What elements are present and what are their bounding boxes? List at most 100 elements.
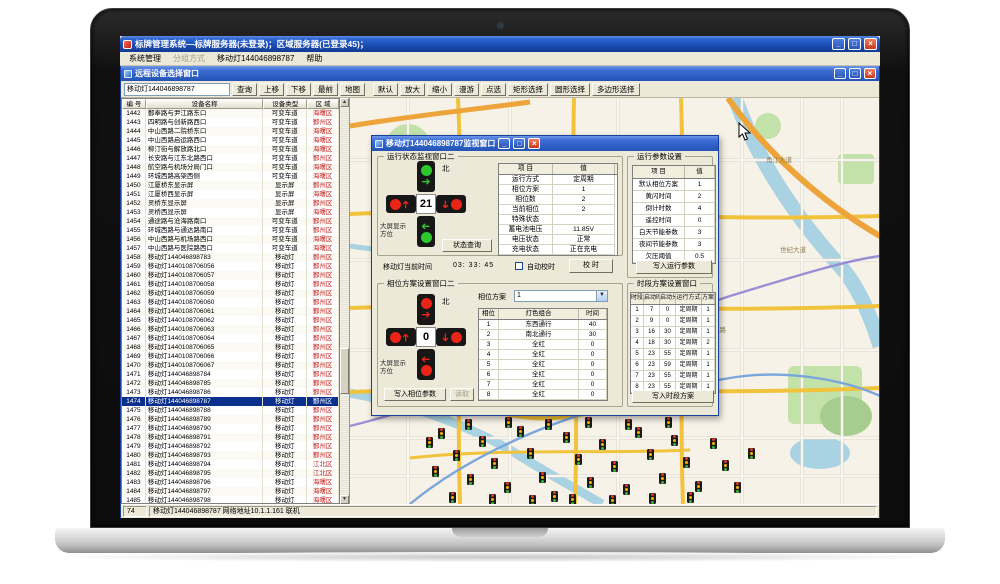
table-row[interactable]: 运行方式定周期 bbox=[499, 175, 617, 185]
table-row[interactable]: 1477移动灯144046898790移动灯鄞州区 bbox=[122, 424, 339, 433]
traffic-signal-icon[interactable] bbox=[539, 472, 546, 483]
traffic-signal-icon[interactable] bbox=[683, 457, 690, 468]
traffic-signal-icon[interactable] bbox=[432, 466, 439, 477]
table-row[interactable]: 1479移动灯144046898792移动灯鄞州区 bbox=[122, 442, 339, 451]
traffic-signal-icon[interactable] bbox=[505, 417, 512, 428]
traffic-signal-icon[interactable] bbox=[527, 448, 534, 459]
table-row[interactable]: 1448航空路与机场分局门口可变车道海曙区 bbox=[122, 163, 339, 172]
traffic-signal-icon[interactable] bbox=[649, 493, 656, 504]
traffic-signal-icon[interactable] bbox=[575, 454, 582, 465]
table-row[interactable]: 1462移动灯1440108706059移动灯鄞州区 bbox=[122, 289, 339, 298]
traffic-signal-icon[interactable] bbox=[647, 449, 654, 460]
table-row[interactable]: 1470移动灯1440108706067移动灯鄞州区 bbox=[122, 361, 339, 370]
traffic-signal-icon[interactable] bbox=[609, 495, 616, 504]
traffic-signal-icon[interactable] bbox=[665, 417, 672, 428]
status-query-button[interactable]: 状态查询 bbox=[442, 239, 492, 252]
table-row[interactable]: 1467移动灯1440108706064移动灯鄞州区 bbox=[122, 334, 339, 343]
table-row[interactable]: 1471移动灯144046898784移动灯鄞州区 bbox=[122, 370, 339, 379]
child-minimize-button[interactable]: _ bbox=[834, 68, 846, 79]
header-id[interactable]: 编 号 bbox=[122, 99, 146, 109]
chevron-down-icon[interactable]: ▼ bbox=[596, 291, 607, 301]
traffic-signal-icon[interactable] bbox=[551, 491, 558, 502]
table-row[interactable]: 1468移动灯1440108706065移动灯鄞州区 bbox=[122, 343, 339, 352]
menu-system[interactable]: 系统管理 bbox=[124, 53, 166, 64]
traffic-signal-icon[interactable] bbox=[517, 426, 524, 437]
table-row[interactable]: 黄闪时间2 bbox=[633, 191, 715, 203]
table-row[interactable]: 31630定周期1 bbox=[631, 327, 715, 338]
traffic-signal-icon[interactable] bbox=[453, 450, 460, 461]
header-name[interactable]: 设备名称 bbox=[146, 99, 263, 109]
table-row[interactable]: 特殊状态 bbox=[499, 215, 617, 225]
table-row[interactable]: 1480移动灯144046898793移动灯鄞州区 bbox=[122, 451, 339, 460]
traffic-signal-icon[interactable] bbox=[599, 439, 606, 450]
traffic-signal-icon[interactable] bbox=[587, 477, 594, 488]
zoom-out-button[interactable]: 缩小 bbox=[427, 83, 452, 96]
scroll-down-icon[interactable]: ▼ bbox=[340, 495, 349, 504]
table-row[interactable]: 1445中山西路启运路西口可变车道海曙区 bbox=[122, 136, 339, 145]
zoom-in-button[interactable]: 放大 bbox=[400, 83, 425, 96]
table-row[interactable]: 1476移动灯144046898789移动灯鄞州区 bbox=[122, 415, 339, 424]
table-row[interactable]: 1456中山西路与机场路西口可变车道海曙区 bbox=[122, 235, 339, 244]
table-row[interactable]: 1446柳汀街与解放路北口可变车道海曙区 bbox=[122, 145, 339, 154]
traffic-signal-icon[interactable] bbox=[569, 494, 576, 504]
table-row[interactable]: 1482移动灯144046898795移动灯江北区 bbox=[122, 469, 339, 478]
table-row[interactable]: 1478移动灯144046898791移动灯鄞州区 bbox=[122, 433, 339, 442]
dialog-maximize-button[interactable]: □ bbox=[513, 138, 525, 149]
table-row[interactable]: 1450江厦桥东显示屏显示屏鄞州区 bbox=[122, 181, 339, 190]
table-row[interactable]: 52355定周期1 bbox=[631, 349, 715, 360]
traffic-signal-icon[interactable] bbox=[611, 461, 618, 472]
table-row[interactable]: 3全红0 bbox=[479, 340, 607, 350]
traffic-signal-icon[interactable] bbox=[623, 484, 630, 495]
table-row[interactable]: 62359定周期1 bbox=[631, 360, 715, 371]
table-row[interactable]: 倒计时数4 bbox=[633, 203, 715, 215]
circle-select-button[interactable]: 圆形选择 bbox=[550, 83, 590, 96]
table-row[interactable]: 1474移动灯144046898787移动灯鄞州区 bbox=[122, 397, 339, 406]
traffic-signal-icon[interactable] bbox=[625, 419, 632, 430]
menu-current-device[interactable]: 移动灯144046898787 bbox=[212, 53, 299, 64]
traffic-signal-icon[interactable] bbox=[748, 448, 755, 459]
traffic-signal-icon[interactable] bbox=[465, 419, 472, 430]
phase-plan-combobox[interactable]: 1 ▼ bbox=[514, 290, 608, 302]
pan-button[interactable]: 漫游 bbox=[454, 83, 479, 96]
table-row[interactable]: 8全红0 bbox=[479, 390, 607, 400]
table-row[interactable]: 1473移动灯144046898786移动灯鄞州区 bbox=[122, 388, 339, 397]
write-period-plan-button[interactable]: 写入时段方案 bbox=[632, 390, 714, 403]
table-row[interactable]: 1447长安路与江东北路西口可变车道鄞州区 bbox=[122, 154, 339, 163]
table-row[interactable]: 1453灵桥西显示屏显示屏海曙区 bbox=[122, 208, 339, 217]
traffic-signal-icon[interactable] bbox=[671, 435, 678, 446]
menu-help[interactable]: 帮助 bbox=[301, 53, 327, 64]
table-row[interactable]: 1460移动灯1440108706057移动灯鄞州区 bbox=[122, 271, 339, 280]
table-row[interactable]: 6全红0 bbox=[479, 370, 607, 380]
table-row[interactable]: 4全红0 bbox=[479, 350, 607, 360]
device-table-scrollbar[interactable]: ▲ ▼ bbox=[340, 98, 349, 504]
table-row[interactable]: 相位数2 bbox=[499, 195, 617, 205]
traffic-signal-icon[interactable] bbox=[722, 460, 729, 471]
traffic-signal-icon[interactable] bbox=[710, 438, 717, 449]
traffic-signal-icon[interactable] bbox=[734, 482, 741, 493]
traffic-signal-icon[interactable] bbox=[467, 474, 474, 485]
table-row[interactable]: 1485移动灯144046898798移动灯海曙区 bbox=[122, 496, 339, 504]
traffic-signal-icon[interactable] bbox=[489, 494, 496, 504]
traffic-signal-icon[interactable] bbox=[426, 437, 433, 448]
write-phase-params-button[interactable]: 写入相位参数 bbox=[384, 388, 446, 401]
app-maximize-button[interactable]: □ bbox=[848, 38, 861, 50]
dialog-close-button[interactable]: × bbox=[528, 138, 540, 149]
traffic-signal-icon[interactable] bbox=[687, 492, 694, 503]
query-button[interactable]: 查询 bbox=[232, 83, 257, 96]
dialog-minimize-button[interactable]: _ bbox=[498, 138, 510, 149]
table-row[interactable]: 蓄电池电压11.85V bbox=[499, 225, 617, 235]
table-row[interactable]: 1东西通行40 bbox=[479, 320, 607, 330]
table-row[interactable]: 1461移动灯1440108706058移动灯鄞州区 bbox=[122, 280, 339, 289]
move-up-button[interactable]: 上移 bbox=[259, 83, 284, 96]
traffic-signal-icon[interactable] bbox=[563, 432, 570, 443]
table-row[interactable]: 默认相位方案1 bbox=[633, 179, 715, 191]
table-row[interactable]: 1466移动灯1440108706063移动灯鄞州区 bbox=[122, 325, 339, 334]
traffic-signal-icon[interactable] bbox=[504, 482, 511, 493]
traffic-signal-icon[interactable] bbox=[491, 458, 498, 469]
table-row[interactable]: 电压状态正常 bbox=[499, 235, 617, 245]
move-top-button[interactable]: 最前 bbox=[313, 83, 338, 96]
traffic-signal-icon[interactable] bbox=[695, 481, 702, 492]
table-row[interactable]: 1454通途路与沧海路南口可变车道鄞州区 bbox=[122, 217, 339, 226]
traffic-signal-icon[interactable] bbox=[438, 428, 445, 439]
table-row[interactable]: 1455环城西路与通达路南口可变车道鄞州区 bbox=[122, 226, 339, 235]
